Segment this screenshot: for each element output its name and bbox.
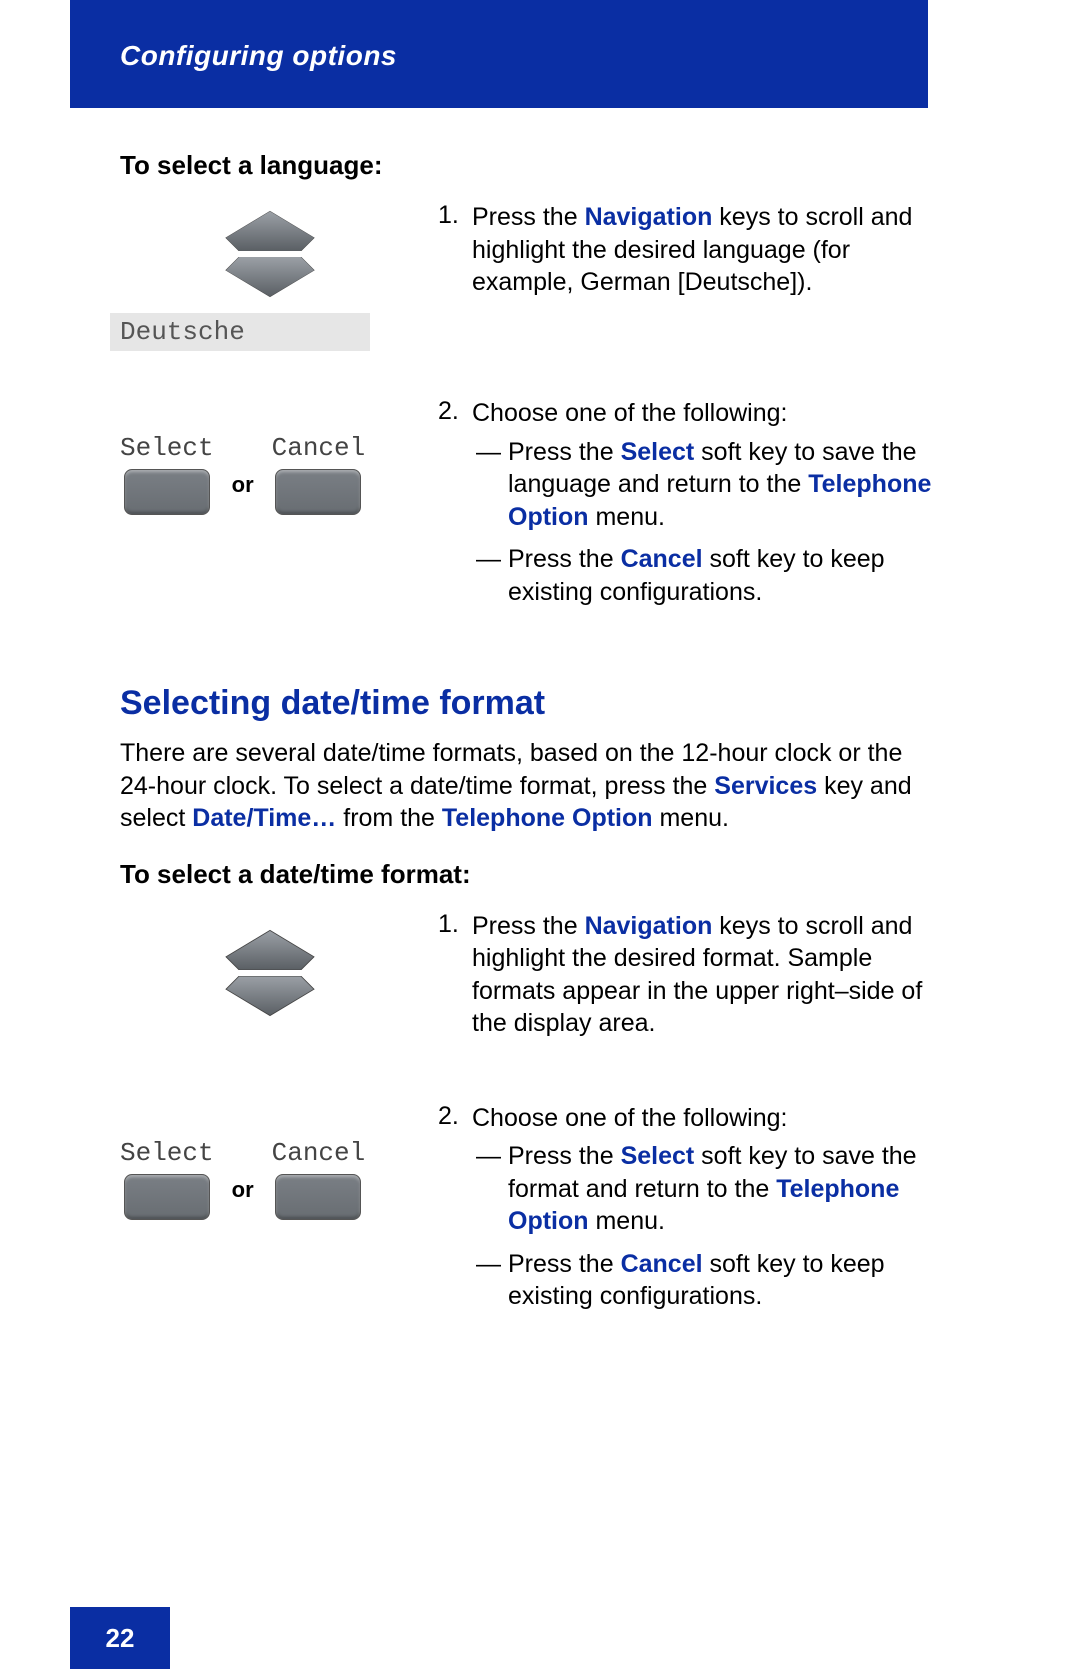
lang-step2-row: Select or Cancel 2. Choose one of th	[120, 397, 932, 634]
cancel-softkey-icon	[275, 1174, 361, 1220]
cancel-softkey-label: Cancel	[272, 1138, 366, 1168]
select-link: Select	[621, 1142, 695, 1170]
cancel-link: Cancel	[621, 545, 703, 573]
header-title: Configuring options	[120, 40, 397, 72]
select-softkey-icon	[124, 469, 210, 515]
content-area: To select a language: Deutsche 1.	[120, 150, 932, 1339]
or-text: or	[232, 472, 254, 498]
datetime-paragraph: There are several date/time formats, bas…	[120, 737, 932, 835]
language-display: Deutsche	[110, 313, 370, 351]
list-item: — Press the Cancel soft key to keep exis…	[472, 1248, 932, 1313]
step-text: Press the Navigation keys to scroll and …	[472, 910, 932, 1040]
dt-step2-row: Select or Cancel 2. Choose one of the	[120, 1102, 932, 1339]
nav-keys-illustration	[120, 910, 420, 1032]
softkey-row: Select or Cancel	[120, 1108, 420, 1220]
navigation-link: Navigation	[585, 912, 713, 940]
step-number: 2.	[438, 1102, 472, 1323]
softkey-row: Select or Cancel	[120, 403, 420, 515]
step-number: 1.	[438, 201, 472, 299]
select-softkey-label: Select	[120, 433, 214, 463]
list-item: — Press the Cancel soft key to keep exis…	[472, 543, 932, 608]
step-text: Choose one of the following: — Press the…	[472, 397, 932, 618]
nav-up-icon	[225, 207, 315, 251]
select-link: Select	[621, 438, 695, 466]
dt-step1-row: 1. Press the Navigation keys to scroll a…	[120, 910, 932, 1056]
page-footer: 22	[70, 1607, 170, 1669]
select-softkey-label: Select	[120, 1138, 214, 1168]
page: Configuring options To select a language…	[0, 0, 1080, 1669]
page-number: 22	[106, 1623, 135, 1654]
list-item: 1. Press the Navigation keys to scroll a…	[438, 910, 932, 1040]
nav-up-icon	[225, 926, 315, 970]
select-softkey-icon	[124, 1174, 210, 1220]
or-text: or	[232, 1177, 254, 1203]
nav-keys-illustration: Deutsche	[120, 201, 420, 351]
list-item: — Press the Select soft key to save the …	[472, 1140, 932, 1238]
list-item: 1. Press the Navigation keys to scroll a…	[438, 201, 932, 299]
step-text: Press the Navigation keys to scroll and …	[472, 201, 932, 299]
nav-down-icon	[225, 976, 315, 1020]
services-link: Services	[714, 772, 817, 800]
list-item: — Press the Select soft key to save the …	[472, 436, 932, 534]
telephone-option-link: Telephone Option	[442, 804, 653, 832]
cancel-softkey-label: Cancel	[272, 433, 366, 463]
step-number: 2.	[438, 397, 472, 618]
list-item: 2. Choose one of the following: — Press …	[438, 397, 932, 618]
datetime-link: Date/Time…	[192, 804, 336, 832]
select-language-heading: To select a language:	[120, 150, 932, 181]
datetime-heading: Selecting date/time format	[120, 684, 932, 723]
cancel-link: Cancel	[621, 1250, 703, 1278]
step-number: 1.	[438, 910, 472, 1040]
navigation-link: Navigation	[585, 203, 713, 231]
cancel-softkey-icon	[275, 469, 361, 515]
lang-step1-row: Deutsche 1. Press the Navigation keys to…	[120, 201, 932, 351]
select-datetime-heading: To select a date/time format:	[120, 859, 932, 890]
header-bar: Configuring options	[70, 0, 928, 108]
step-text: Choose one of the following: — Press the…	[472, 1102, 932, 1323]
list-item: 2. Choose one of the following: — Press …	[438, 1102, 932, 1323]
nav-down-icon	[225, 257, 315, 301]
